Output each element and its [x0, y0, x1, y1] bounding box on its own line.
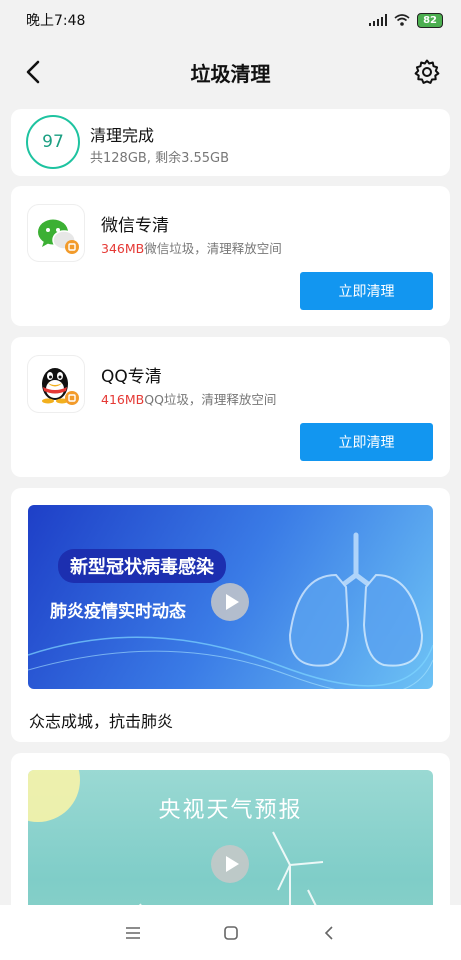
- page-title: 垃圾清理: [190, 61, 271, 86]
- status-time: 晚上7:48: [26, 13, 86, 29]
- news-headline-tag: 新型冠状病毒感染: [58, 549, 226, 583]
- settings-button[interactable]: [413, 58, 441, 86]
- nav-back-icon: [324, 925, 333, 940]
- score-title: 清理完成: [90, 126, 155, 145]
- signal-icon: [369, 14, 388, 26]
- qq-clean-card: QQ专清 416MBQQ垃圾，清理释放空间 立即清理: [11, 337, 450, 477]
- home-square-icon: [223, 925, 238, 940]
- wifi-icon: [394, 14, 410, 26]
- menu-button[interactable]: [120, 920, 146, 946]
- weather-title: 央视天气预报: [158, 798, 303, 823]
- news-video-card[interactable]: 新型冠状病毒感染 肺炎疫情实时动态 众志成城，抗击肺炎: [11, 488, 450, 742]
- wechat-clean-card: 微信专清 346MB微信垃圾，清理释放空间 立即清理: [11, 186, 450, 326]
- qq-junk-size: 416MB: [101, 392, 145, 407]
- wechat-icon: [27, 204, 85, 262]
- home-button[interactable]: [218, 920, 244, 946]
- qq-clean-title: QQ专清: [101, 367, 162, 387]
- wechat-desc-text: 微信垃圾，清理释放空间: [144, 241, 282, 256]
- wechat-junk-size: 346MB: [101, 241, 145, 256]
- score-ring: 97: [26, 115, 80, 169]
- qq-clean-button[interactable]: 立即清理: [300, 423, 433, 461]
- wechat-clean-title: 微信专清: [101, 216, 169, 236]
- score-value: 97: [42, 132, 64, 152]
- gear-icon: [414, 59, 440, 84]
- nav-back-button[interactable]: [316, 920, 342, 946]
- wechat-clean-button[interactable]: 立即清理: [300, 272, 433, 310]
- status-bar: 晚上7:48 82: [0, 0, 461, 40]
- qq-icon: [27, 355, 85, 413]
- back-arrow-icon: [26, 60, 40, 84]
- wechat-clean-desc: 346MB微信垃圾，清理释放空间: [101, 238, 282, 257]
- qq-desc-text: QQ垃圾，清理释放空间: [144, 392, 277, 407]
- status-icons: 82: [369, 12, 443, 28]
- news-video-thumbnail[interactable]: 新型冠状病毒感染 肺炎疫情实时动态: [28, 505, 433, 689]
- play-button[interactable]: [211, 583, 249, 621]
- back-button[interactable]: [22, 58, 46, 86]
- news-subheadline: 肺炎疫情实时动态: [50, 602, 186, 622]
- qq-clean-desc: 416MBQQ垃圾，清理释放空间: [101, 389, 276, 408]
- lungs-graphic: [288, 532, 424, 667]
- app-header: 垃圾清理: [0, 44, 461, 100]
- battery-icon: 82: [417, 12, 443, 28]
- menu-icon: [125, 926, 140, 939]
- news-caption: 众志成城，抗击肺炎: [29, 712, 174, 731]
- play-button[interactable]: [211, 845, 249, 883]
- system-nav-bar: [0, 905, 461, 960]
- cleanup-result-card: 97 清理完成 共128GB, 剩余3.55GB: [11, 109, 450, 176]
- storage-summary: 共128GB, 剩余3.55GB: [90, 151, 230, 166]
